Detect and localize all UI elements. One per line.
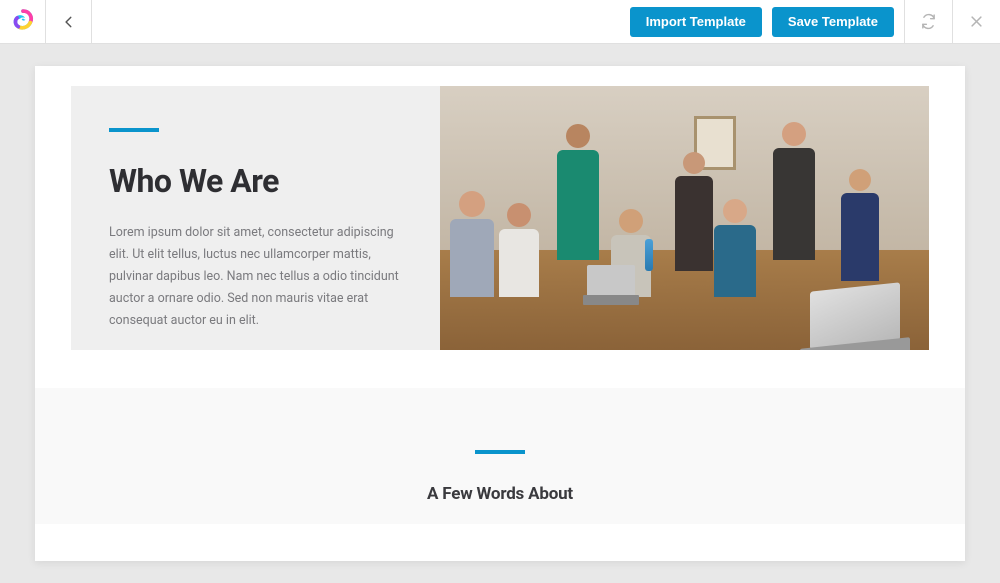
back-button[interactable] (46, 0, 92, 44)
person-shape (714, 199, 756, 297)
hero-body-text[interactable]: Lorem ipsum dolor sit amet, consectetur … (109, 222, 402, 331)
refresh-icon (920, 13, 937, 30)
hero-image[interactable] (440, 86, 929, 350)
close-icon (969, 14, 984, 29)
section-title[interactable]: A Few Words About (55, 484, 945, 504)
laptop-shape (587, 265, 635, 297)
editor-canvas[interactable]: Who We Are Lorem ipsum dolor sit amet, c… (0, 44, 1000, 583)
refresh-button[interactable] (904, 0, 952, 44)
person-shape (557, 124, 599, 260)
logo-icon: S (10, 9, 36, 35)
person-shape (675, 152, 713, 271)
person-shape (450, 191, 494, 297)
person-shape (841, 169, 879, 281)
chevron-left-icon (62, 15, 76, 29)
laptop-shape (810, 282, 900, 349)
svg-text:S: S (19, 16, 26, 28)
header-actions: Import Template Save Template (630, 0, 1000, 43)
import-template-button[interactable]: Import Template (630, 7, 762, 37)
hero-text-column: Who We Are Lorem ipsum dolor sit amet, c… (71, 86, 440, 350)
save-template-button[interactable]: Save Template (772, 7, 894, 37)
person-shape (499, 203, 539, 297)
about-section[interactable]: A Few Words About (35, 388, 965, 524)
person-shape (773, 122, 815, 260)
hero-title[interactable]: Who We Are (109, 162, 402, 200)
accent-divider (475, 450, 525, 454)
close-button[interactable] (952, 0, 1000, 44)
template-page[interactable]: Who We Are Lorem ipsum dolor sit amet, c… (35, 66, 965, 561)
hero-section[interactable]: Who We Are Lorem ipsum dolor sit amet, c… (71, 86, 929, 350)
app-header: S Import Template Save Template (0, 0, 1000, 44)
bottle-shape (645, 239, 653, 271)
app-logo: S (0, 0, 46, 44)
accent-divider (109, 128, 159, 132)
